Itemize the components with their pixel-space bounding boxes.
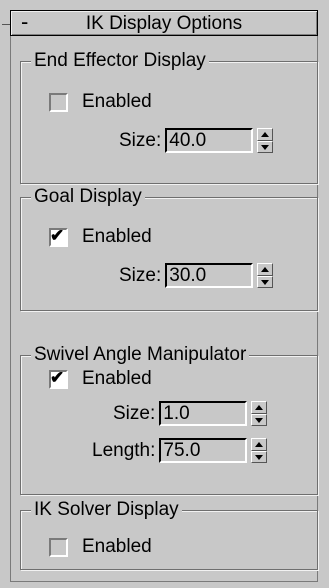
group-end-effector-display: End Effector Display Enabled Size: 40.0 (20, 49, 318, 184)
goal-enabled-label: Enabled (82, 226, 152, 247)
spinner-down-button[interactable] (251, 450, 268, 463)
ik-solver-enabled-label: Enabled (82, 536, 152, 557)
triangle-down-icon (261, 144, 270, 150)
triangle-down-icon (261, 279, 270, 285)
group-swivel-angle-manipulator: Swivel Angle Manipulator ✔ Enabled Size:… (20, 343, 318, 495)
spinner-up-button[interactable] (251, 438, 268, 451)
spinner-down-button[interactable] (251, 413, 268, 426)
spinner-up-button[interactable] (257, 128, 274, 141)
spinner-down-button[interactable] (257, 140, 274, 153)
swivel-size-input[interactable]: 1.0 (159, 401, 248, 426)
group-title: IK Solver Display (31, 498, 182, 522)
spinner-down-button[interactable] (257, 275, 274, 288)
triangle-up-icon (255, 442, 264, 447)
triangle-up-icon (255, 405, 264, 410)
goal-enabled-checkbox[interactable]: ✔ (49, 225, 68, 247)
group-goal-display: Goal Display ✔ Enabled Size: 30.0 (20, 185, 318, 311)
end-effector-size-spinner[interactable] (257, 128, 274, 153)
end-effector-enabled-row[interactable]: Enabled (49, 91, 152, 113)
triangle-up-icon (261, 267, 270, 272)
rollout-header-ik-display-options[interactable]: - IK Display Options (10, 10, 318, 36)
swivel-size-label: Size: (113, 402, 156, 424)
spinner-up-button[interactable] (257, 263, 274, 276)
group-title: End Effector Display (31, 49, 209, 73)
goal-size-row: Size: 30.0 (119, 263, 274, 288)
ik-solver-enabled-row[interactable]: Enabled (49, 536, 152, 558)
group-title: Swivel Angle Manipulator (31, 343, 250, 367)
swivel-length-row: Length: 75.0 (92, 438, 268, 463)
swivel-length-label: Length: (92, 439, 156, 461)
goal-enabled-row[interactable]: ✔ Enabled (49, 226, 152, 248)
checkmark-icon: ✔ (50, 367, 65, 387)
end-effector-size-label: Size: (119, 129, 162, 151)
swivel-size-spinner[interactable] (251, 401, 268, 426)
goal-size-input[interactable]: 30.0 (165, 263, 254, 288)
group-ik-solver-display: IK Solver Display Enabled (20, 498, 318, 570)
swivel-enabled-label: Enabled (82, 368, 152, 389)
ik-solver-enabled-checkbox[interactable] (49, 537, 68, 557)
swivel-enabled-row[interactable]: ✔ Enabled (49, 368, 152, 390)
triangle-up-icon (261, 132, 270, 137)
end-effector-size-row: Size: 40.0 (119, 128, 274, 153)
swivel-length-spinner[interactable] (251, 438, 268, 463)
triangle-down-icon (255, 454, 264, 460)
swivel-enabled-checkbox[interactable]: ✔ (49, 367, 68, 389)
checkmark-icon: ✔ (50, 225, 65, 245)
end-effector-enabled-checkbox[interactable] (49, 92, 68, 112)
triangle-down-icon (255, 417, 264, 423)
rollout-title: IK Display Options (85, 13, 243, 34)
end-effector-enabled-label: Enabled (82, 91, 152, 112)
swivel-size-row: Size: 1.0 (113, 401, 268, 426)
goal-size-label: Size: (119, 264, 162, 286)
goal-size-spinner[interactable] (257, 263, 274, 288)
group-title: Goal Display (31, 185, 145, 209)
spinner-up-button[interactable] (251, 401, 268, 414)
swivel-length-input[interactable]: 75.0 (159, 438, 248, 463)
end-effector-size-input[interactable]: 40.0 (165, 128, 254, 153)
